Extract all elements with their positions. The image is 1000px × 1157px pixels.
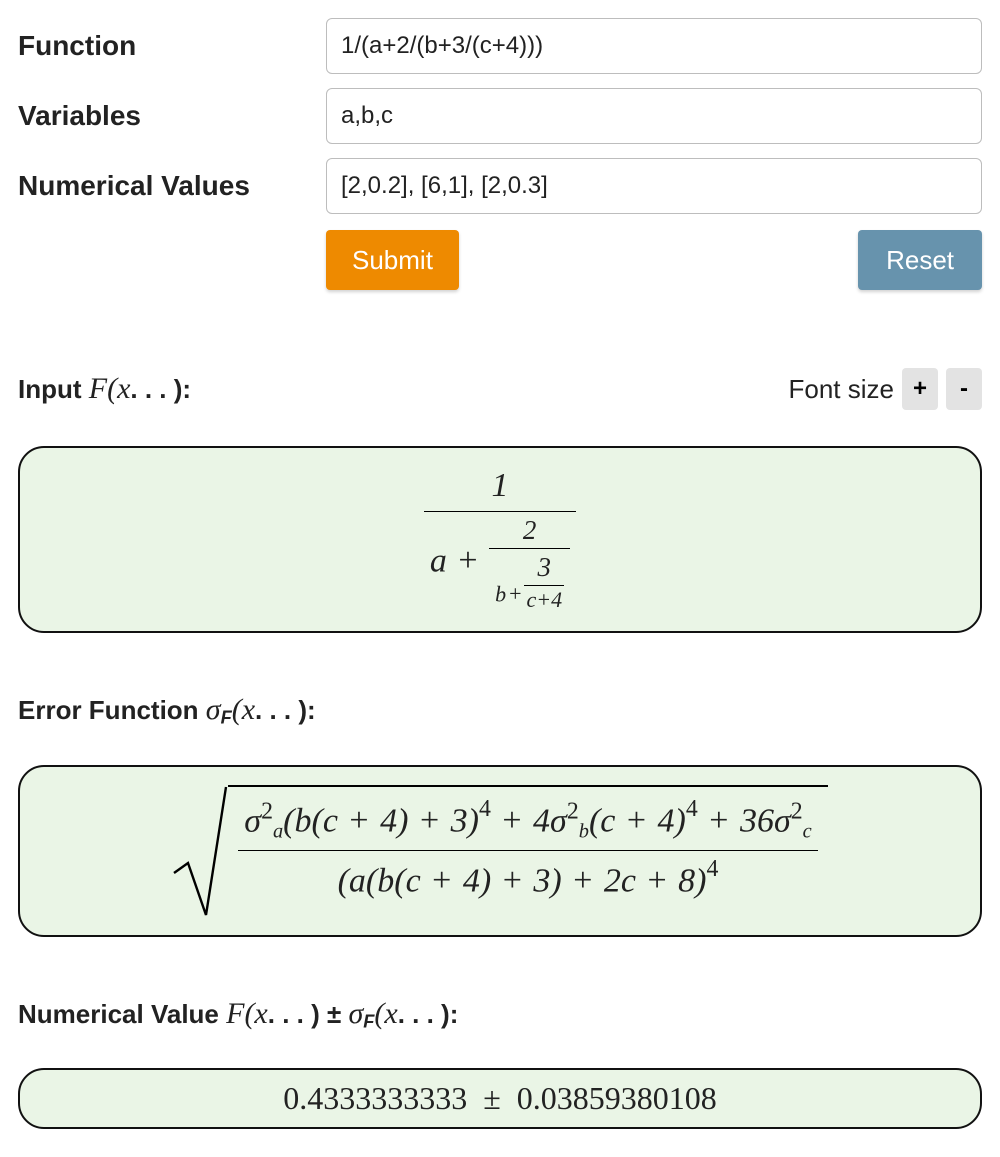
function-input[interactable] xyxy=(326,18,982,74)
error-section-title: Error Function σF(x. . . ): xyxy=(18,693,316,729)
numeric-value: 0.4333333333 xyxy=(283,1080,467,1116)
submit-button[interactable]: Submit xyxy=(326,230,459,290)
error-formula: σ2a(b(c + 4) + 3)4 + 4σ2b(c + 4)4 + 36σ2… xyxy=(172,785,827,917)
numvals-input[interactable] xyxy=(326,158,982,214)
variables-input[interactable] xyxy=(326,88,982,144)
reset-button[interactable]: Reset xyxy=(858,230,982,290)
font-size-label: Font size xyxy=(789,374,895,405)
numeric-value-box: 0.4333333333 ± 0.03859380108 xyxy=(18,1068,982,1129)
input-form: Function Variables Numerical Values Subm… xyxy=(18,18,982,290)
font-size-increase-button[interactable]: + xyxy=(902,368,938,410)
input-formula-box: 1 a + 2 b+3c+4 xyxy=(18,446,982,633)
error-formula-box: σ2a(b(c + 4) + 3)4 + 4σ2b(c + 4)4 + 36σ2… xyxy=(18,765,982,937)
input-formula: 1 a + 2 b+3c+4 xyxy=(424,466,576,613)
numvals-label: Numerical Values xyxy=(18,170,318,202)
variables-label: Variables xyxy=(18,100,318,132)
radical-icon xyxy=(172,785,228,917)
numeric-error: 0.03859380108 xyxy=(517,1080,717,1116)
input-section-title: Input F(x. . . ): xyxy=(18,372,191,406)
function-label: Function xyxy=(18,30,318,62)
font-size-decrease-button[interactable]: - xyxy=(946,368,982,410)
numeric-section-title: Numerical Value F(x. . . ) ± σF(x. . . )… xyxy=(18,997,458,1033)
